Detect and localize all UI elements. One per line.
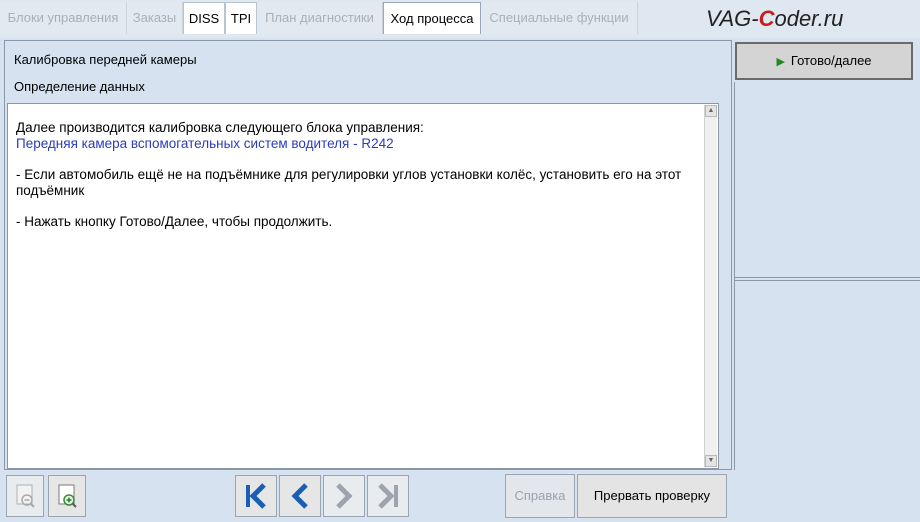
last-step-button[interactable] xyxy=(367,475,409,517)
action-panel: ▶ Готово/далее xyxy=(734,40,920,470)
control-unit-name: Передняя камера вспомогательных систем в… xyxy=(16,136,394,151)
skip-to-end-icon xyxy=(378,483,398,509)
tab-special-functions[interactable]: Специальные функции xyxy=(481,2,638,34)
tab-orders[interactable]: Заказы xyxy=(127,2,183,34)
tab-control-units[interactable]: Блоки управления xyxy=(0,2,127,34)
instruction-intro: Далее производится калибровка следующего… xyxy=(16,120,424,135)
page-title: Калибровка передней камеры xyxy=(14,52,197,67)
previous-step-button[interactable] xyxy=(279,475,321,517)
chevron-right-icon xyxy=(336,483,353,509)
zoom-in-icon xyxy=(58,484,77,508)
instruction-step-continue: - Нажать кнопку Готово/Далее, чтобы прод… xyxy=(16,214,333,229)
instruction-step-lift: - Если автомобиль ещё не на подъёмнике д… xyxy=(16,167,682,198)
help-button[interactable]: Справка xyxy=(505,474,575,518)
first-step-button[interactable] xyxy=(235,475,277,517)
scroll-down-arrow-icon[interactable]: ▼ xyxy=(705,455,717,467)
tab-diss[interactable]: DISS xyxy=(183,2,225,34)
chevron-left-icon xyxy=(291,483,308,509)
skip-to-start-icon xyxy=(246,483,266,509)
watermark-logo: VAG-Coder.ru xyxy=(706,6,844,31)
zoom-out-icon xyxy=(16,484,35,508)
page-subtitle: Определение данных xyxy=(14,79,145,94)
main-panel: Калибровка передней камеры Определение д… xyxy=(4,40,732,470)
play-icon: ▶ xyxy=(776,56,785,68)
tab-diagnostic-plan[interactable]: План диагностики xyxy=(257,2,383,34)
zoom-in-button[interactable] xyxy=(48,475,86,517)
bottom-toolbar: Справка Прервать проверку xyxy=(0,470,920,522)
instruction-text-area[interactable]: Далее производится калибровка следующего… xyxy=(7,103,719,469)
tab-tpi[interactable]: TPI xyxy=(225,2,257,34)
panel-divider xyxy=(734,82,735,470)
zoom-out-button[interactable] xyxy=(6,475,44,517)
panel-separator xyxy=(734,277,920,278)
scroll-up-arrow-icon[interactable]: ▲ xyxy=(705,105,717,117)
ready-next-button[interactable]: ▶ Готово/далее xyxy=(735,42,913,80)
tab-process[interactable]: Ход процесса xyxy=(383,2,481,34)
tab-bar: Блоки управления Заказы DISS TPI План ди… xyxy=(0,0,920,38)
vertical-scrollbar[interactable]: ▲ ▼ xyxy=(704,105,717,467)
abort-test-button[interactable]: Прервать проверку xyxy=(577,474,727,518)
next-step-button[interactable] xyxy=(323,475,365,517)
panel-separator xyxy=(734,280,920,281)
